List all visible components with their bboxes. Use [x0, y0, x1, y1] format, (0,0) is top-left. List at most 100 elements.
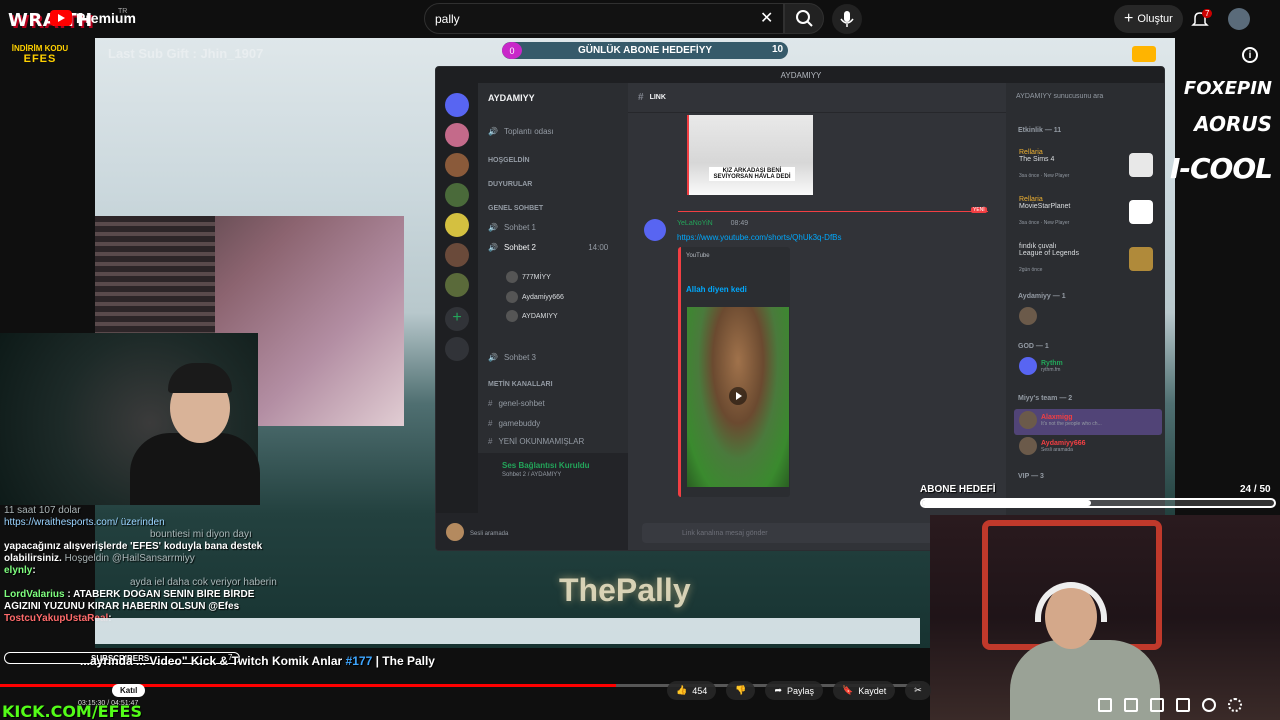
explore-icon[interactable] [445, 337, 469, 361]
activity-item[interactable]: fındık çuvalı League of Legends [1019, 243, 1079, 257]
search-input[interactable]: pally [424, 3, 784, 34]
voice-user[interactable]: 777MİYY [506, 271, 551, 283]
stream-screen: WRAITH Premium TR pally ✕ + Oluştur 7 İN… [0, 0, 1280, 720]
chat-message: AĞIZINI YÜZÜNÜ KIRAR HABERİN OLSUN @Efes [4, 601, 240, 612]
chat-toggle-icon[interactable] [1132, 46, 1156, 62]
text-channel-item[interactable]: # gamebuddy [488, 419, 540, 428]
save-button[interactable]: 🔖 Kaydet [833, 681, 896, 700]
player-controls [1098, 698, 1242, 712]
share-icon: ➦ [774, 685, 783, 695]
play-icon[interactable] [729, 387, 747, 405]
fullscreen-icon[interactable] [1176, 698, 1190, 712]
scissors-icon: ✂ [914, 685, 922, 695]
like-button[interactable]: 👍 454 [667, 681, 717, 700]
info-icon[interactable]: i [1242, 47, 1258, 63]
create-button[interactable]: + Oluştur [1114, 5, 1183, 33]
server-search[interactable]: AYDAMIYY sunucusunu ara [1016, 93, 1103, 100]
video-watermark: ThePally [559, 572, 691, 608]
autoplay-icon[interactable] [1202, 698, 1216, 712]
voice-user[interactable]: AYDAMIYY [506, 310, 558, 322]
server-icon[interactable] [445, 123, 469, 147]
user-panel: Sesli aramada [436, 513, 628, 550]
shared-image[interactable]: KIZ ARKADAŞI BENİ SEVİYORSAN HAVLA DEDİ [687, 115, 813, 195]
voice-connection-panel: Ses Bağlantısı Kuruldu Sohbet 2 / AYDAMI… [478, 453, 628, 513]
channel-category[interactable]: METİN KANALLARI [488, 381, 553, 388]
search-button[interactable] [784, 3, 824, 34]
new-messages-divider [678, 211, 988, 212]
chat-message: 11 saat 107 dolar [4, 505, 81, 516]
member-item[interactable]: Alaxmigg It's not the people who ch... [1019, 411, 1102, 429]
clip-button[interactable]: ✂ [905, 681, 931, 700]
server-name[interactable]: AYDAMIYY [488, 93, 535, 103]
member-item[interactable]: Rythm rythm.fm [1019, 357, 1063, 375]
dislike-button[interactable]: 👎 [726, 681, 756, 700]
subtitles-icon[interactable] [1098, 698, 1112, 712]
member-group: GOD — 1 [1018, 343, 1049, 350]
join-button[interactable]: Katıl [112, 684, 146, 697]
channel-item[interactable]: 🔊 Toplantı odası [488, 127, 554, 136]
discord-window[interactable]: AYDAMIYY + AYDAMIYY 🔊 Toplantı odası HOŞG… [435, 66, 1165, 551]
voice-channel-item[interactable]: 🔊 Sohbet 3 [488, 353, 536, 362]
last-sub-gift: Last Sub Gift : Jhin_1907 [108, 46, 264, 61]
channel-category[interactable]: HOŞGELDİN [488, 157, 530, 164]
hash-icon: # [638, 92, 644, 103]
server-icon[interactable] [445, 243, 469, 267]
mic-icon [840, 11, 854, 27]
unread-jump[interactable]: # YENİ OKUNMAMIŞLAR [488, 437, 584, 446]
member-item[interactable]: Aydamiyy666 Sesli aramada [1019, 437, 1086, 455]
embed-source: YouTube [686, 253, 710, 259]
kick-url: KICK.COM/EFES [2, 702, 142, 720]
sub-goal-bar [920, 498, 1276, 508]
question-icon [1129, 200, 1153, 224]
chat-message: LordValarius : ATABERK DOĞAN SENİN BİRE … [4, 589, 255, 600]
voice-channel-item[interactable]: 🔊 Sohbet 2 14:00 [488, 243, 608, 252]
avatar[interactable] [446, 523, 464, 541]
search-icon [796, 10, 813, 27]
server-icon[interactable] [445, 153, 469, 177]
voice-search-button[interactable] [832, 4, 862, 34]
discord-titlebar: AYDAMIYY [436, 67, 1164, 83]
voice-status: Ses Bağlantısı Kuruldu [502, 461, 590, 470]
discord-home-icon[interactable] [445, 93, 469, 117]
sub-goal-count: 24 / 50 [1240, 484, 1271, 495]
share-button[interactable]: ➦ Paylaş [765, 681, 824, 700]
voice-user[interactable]: Aydamiyy666 [506, 291, 564, 303]
clear-search-icon[interactable]: ✕ [760, 8, 773, 28]
activity-item[interactable]: Rellaria The Sims 4 [1019, 149, 1054, 163]
miniplayer-icon[interactable] [1124, 698, 1138, 712]
channel-category[interactable]: GENEL SOHBET [488, 205, 543, 212]
chat-message: https://wraithesports.com/ üzerinden [4, 517, 165, 528]
server-icon[interactable] [445, 183, 469, 207]
message-link[interactable]: https://www.youtube.com/shorts/QhUk3q-Df… [677, 233, 842, 242]
thumbs-up-icon: 👍 [676, 685, 688, 695]
chat-message: olabilirsiniz. Hoşgeldin @HailSansarrmiy… [4, 553, 195, 564]
message-author[interactable]: YeLaNoYiN 08:49 [677, 220, 748, 227]
seek-bar-progress[interactable] [0, 684, 616, 687]
gear-icon[interactable] [1228, 698, 1242, 712]
text-channel-item[interactable]: # genel-sohbet [488, 399, 545, 408]
member-group: Aydamiyy — 1 [1018, 293, 1066, 300]
avatar[interactable] [644, 219, 666, 241]
channel-category[interactable]: DUYURULAR [488, 181, 532, 188]
avatar [1019, 411, 1037, 429]
member-name: Aydamiyy666 Sesli aramada [1041, 439, 1086, 453]
embed-title[interactable]: Allah diyen kedi [686, 285, 747, 294]
chat-message: ayda iel daha cok veriyor haberin olsun [130, 577, 280, 588]
server-icon[interactable] [445, 273, 469, 297]
activity-item[interactable]: Rellaria MovieStarPlanet [1019, 196, 1070, 210]
promo-code-box: İNDİRİM KODU EFES [8, 44, 72, 65]
sub-goal-label: ABONE HEDEFİ [920, 484, 996, 495]
server-icon[interactable] [445, 213, 469, 237]
avatar [506, 310, 518, 322]
avatar [1019, 357, 1037, 375]
member-name: Rythm rythm.fm [1041, 359, 1063, 373]
create-label: Oluştur [1137, 13, 1173, 25]
add-server-icon[interactable]: + [445, 307, 469, 331]
account-avatar[interactable] [1228, 8, 1250, 30]
sub-goal-fill [922, 500, 1091, 506]
voice-channel-item[interactable]: 🔊 Sohbet 1 [488, 223, 536, 232]
image-caption: KIZ ARKADAŞI BENİ SEVİYORSAN HAVLA DEDİ [709, 167, 795, 181]
theater-icon[interactable] [1150, 698, 1164, 712]
member-item[interactable] [1019, 307, 1037, 325]
member-group: VIP — 3 [1018, 473, 1044, 480]
